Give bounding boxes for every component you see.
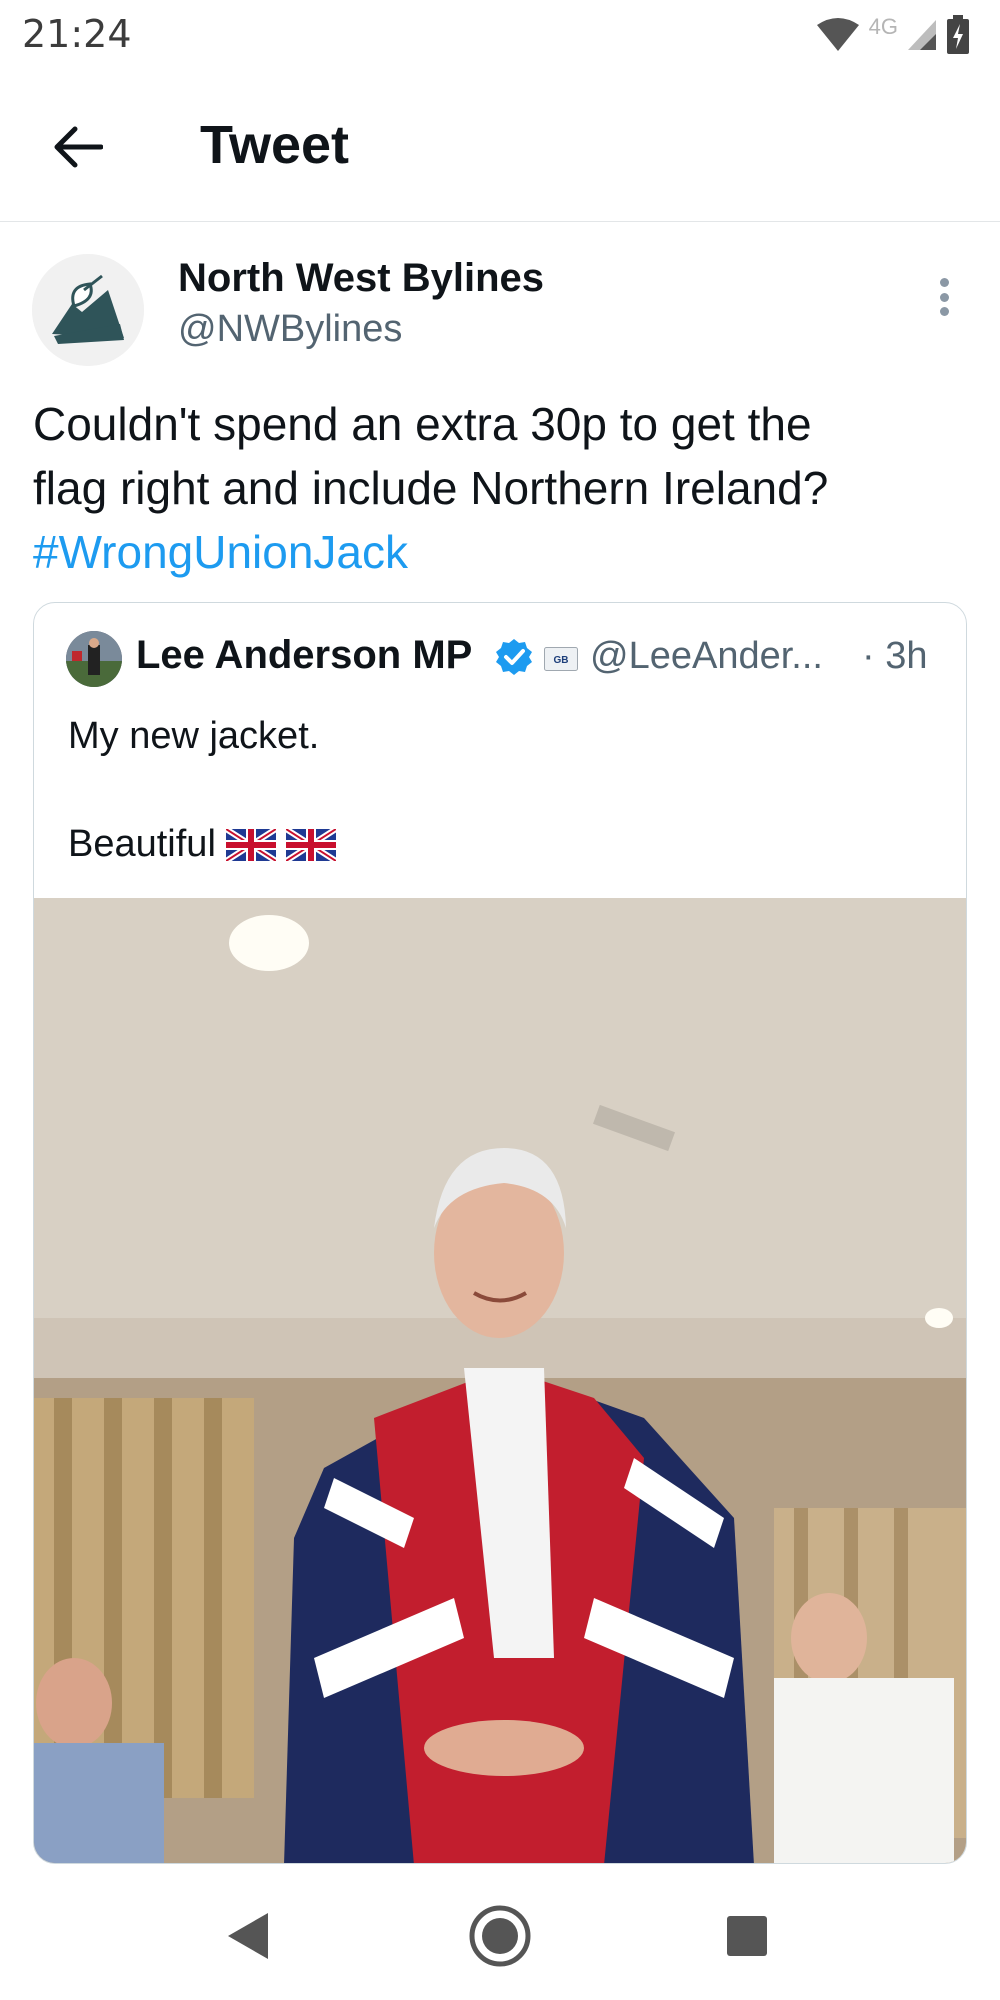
triangle-back-icon xyxy=(228,1913,268,1959)
top-bar: Tweet xyxy=(0,70,1000,222)
arrow-left-icon xyxy=(54,126,103,168)
svg-text:GB: GB xyxy=(554,655,569,666)
wifi-icon xyxy=(816,18,859,51)
android-nav-bar xyxy=(0,1866,1000,2000)
author-avatar[interactable] xyxy=(32,254,144,366)
verified-badge-icon xyxy=(496,639,532,675)
status-time: 21:24 xyxy=(22,12,132,56)
status-bar: 21:24 4G xyxy=(0,0,1000,70)
nav-back-button[interactable] xyxy=(208,1896,288,1976)
quoted-tweet-photo[interactable] xyxy=(34,898,967,1864)
uk-flag-emoji-icon xyxy=(225,828,276,861)
network-label: 4G xyxy=(868,14,898,39)
gbn-affiliate-badge: GB xyxy=(544,647,578,671)
quoted-author-handle: @LeeAnder... xyxy=(590,635,823,677)
quoted-author-avatar xyxy=(66,631,122,687)
quoted-author-name: Lee Anderson MP xyxy=(136,633,473,677)
more-options-button[interactable] xyxy=(922,272,966,322)
quoted-text-line1: My new jacket. xyxy=(68,715,320,757)
hashtag-link[interactable]: #WrongUnionJack xyxy=(33,520,983,584)
status-icons: 4G xyxy=(815,12,970,58)
more-vertical-icon xyxy=(939,278,949,287)
quoted-timestamp: · 3h xyxy=(862,635,928,677)
author-name[interactable]: North West Bylines xyxy=(178,256,544,301)
battery-icon xyxy=(947,15,969,54)
quoted-text-line2: Beautiful xyxy=(68,823,336,866)
circle-home-icon xyxy=(469,1905,531,1967)
square-recents-icon xyxy=(727,1916,767,1956)
tweet-text: Couldn't spend an extra 30p to get the f… xyxy=(33,392,983,584)
quoted-text-beautiful: Beautiful xyxy=(68,823,216,865)
quoted-tweet-card[interactable]: Lee Anderson MP GB @LeeAnder... · 3h My … xyxy=(33,602,967,1864)
author-handle[interactable]: @NWBylines xyxy=(178,308,402,351)
back-button[interactable] xyxy=(40,110,114,184)
person-avatar-icon xyxy=(66,631,122,687)
tweet-text-line2: flag right and include Northern Ireland? xyxy=(33,462,829,514)
cell-signal-icon xyxy=(908,20,936,50)
nav-home-button[interactable] xyxy=(460,1896,540,1976)
uk-flag-emoji-icon xyxy=(285,828,336,861)
satellite-dish-logo-icon xyxy=(32,254,144,366)
nav-recents-button[interactable] xyxy=(707,1896,787,1976)
page-title: Tweet xyxy=(200,115,350,175)
tweet-text-line1: Couldn't spend an extra 30p to get the xyxy=(33,398,812,450)
